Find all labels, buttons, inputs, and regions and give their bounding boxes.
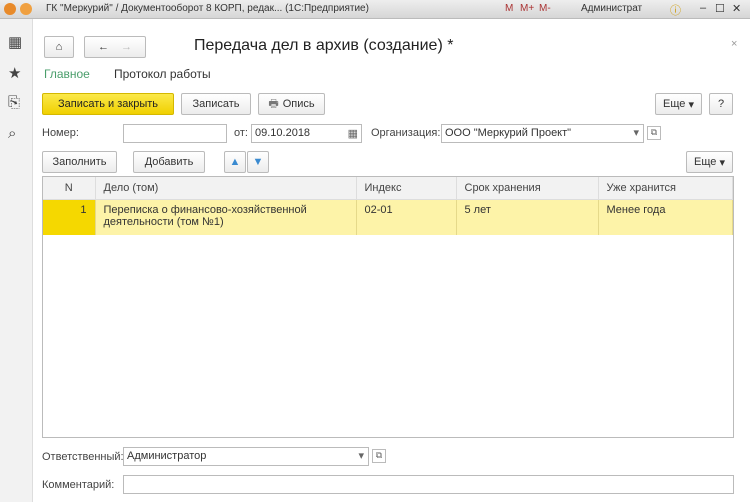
- cell-index[interactable]: 02-01: [356, 199, 457, 235]
- table-more-button[interactable]: Еще ▾: [686, 151, 733, 173]
- search-icon[interactable]: ⌕: [8, 125, 16, 142]
- column-file[interactable]: Дело (том): [95, 177, 357, 200]
- tab-main[interactable]: Главное: [44, 67, 90, 81]
- home-button[interactable]: ⌂: [44, 36, 74, 58]
- organization-select[interactable]: ООО "Меркурий Проект" ▾: [441, 124, 644, 143]
- responsible-select[interactable]: Администратор ▾: [123, 447, 369, 466]
- date-label: от:: [234, 127, 248, 139]
- window-titlebar: ГК "Меркурий" / Документооборот 8 КОРП, …: [0, 0, 750, 19]
- forward-arrow-icon[interactable]: →: [121, 41, 132, 53]
- memory-minus-button[interactable]: M-: [539, 3, 551, 14]
- column-index[interactable]: Индекс: [356, 177, 457, 200]
- save-button[interactable]: Записать: [181, 93, 251, 115]
- dropdown-icon[interactable]: ▾: [633, 126, 639, 139]
- open-responsible-icon[interactable]: ⧉: [372, 449, 386, 463]
- app-logo-icon: [4, 3, 16, 15]
- tab-work-log[interactable]: Протокол работы: [114, 67, 211, 81]
- comment-input[interactable]: [123, 475, 734, 494]
- number-label: Номер:: [42, 127, 79, 139]
- memory-plus-button[interactable]: M+: [520, 3, 534, 14]
- files-table: N Дело (том) Индекс Срок хранения Уже хр…: [42, 176, 734, 438]
- close-window-button[interactable]: ✕: [732, 2, 741, 15]
- calendar-icon[interactable]: ▦: [348, 127, 358, 140]
- memory-button[interactable]: M: [505, 3, 513, 14]
- responsible-value: Администратор: [127, 450, 207, 462]
- column-n[interactable]: N: [43, 177, 96, 200]
- printer-icon: 🖶: [268, 97, 279, 110]
- cell-file[interactable]: Переписка о финансово-хозяйственной деят…: [95, 199, 357, 235]
- date-input[interactable]: 09.10.2018 ▦: [251, 124, 362, 143]
- column-retention[interactable]: Срок хранения: [456, 177, 599, 200]
- help-button[interactable]: ?: [709, 93, 733, 115]
- apps-grid-icon[interactable]: ▦: [8, 33, 22, 51]
- organization-value: ООО "Меркурий Проект": [445, 127, 572, 139]
- dropdown-icon[interactable]: ▾: [358, 449, 364, 462]
- history-icon[interactable]: ⎘: [8, 94, 20, 111]
- more-label: Еще: [663, 98, 686, 110]
- save-and-close-button[interactable]: Записать и закрыть: [42, 93, 174, 115]
- date-value: 09.10.2018: [255, 127, 311, 139]
- back-arrow-icon[interactable]: ←: [98, 41, 109, 53]
- table-row[interactable]: 1 Переписка о финансово-хозяйственной де…: [43, 199, 733, 235]
- fill-button[interactable]: Заполнить: [42, 151, 117, 173]
- table-header: N Дело (том) Индекс Срок хранения Уже хр…: [43, 177, 733, 200]
- responsible-label: Ответственный:: [42, 451, 124, 463]
- favorites-star-icon[interactable]: ★: [8, 64, 21, 82]
- menu-icon[interactable]: [20, 3, 32, 15]
- arrow-down-icon: ▼: [252, 156, 264, 168]
- home-icon: ⌂: [55, 41, 63, 53]
- cell-retention[interactable]: 5 лет: [456, 199, 599, 235]
- add-button[interactable]: Добавить: [133, 151, 205, 173]
- table-more-label: Еще: [694, 156, 717, 168]
- form-title: Передача дел в архив (создание) *: [194, 37, 454, 54]
- close-form-icon[interactable]: ×: [731, 38, 737, 50]
- column-stored[interactable]: Уже хранится: [598, 177, 733, 200]
- move-down-button[interactable]: ▼: [247, 151, 269, 173]
- window-title: ГК "Меркурий" / Документооборот 8 КОРП, …: [46, 3, 369, 14]
- inventory-label: Опись: [282, 98, 315, 110]
- move-up-button[interactable]: ▲: [224, 151, 246, 173]
- cell-stored[interactable]: Менее года: [598, 199, 733, 235]
- nav-buttons: ← →: [84, 36, 146, 58]
- open-organization-icon[interactable]: ⧉: [647, 126, 661, 140]
- minimize-button[interactable]: –: [700, 2, 706, 14]
- number-input[interactable]: [123, 124, 227, 143]
- sidebar: ▦ ★ ⎘ ⌕: [0, 19, 33, 502]
- inventory-button[interactable]: 🖶 Опись: [258, 93, 325, 115]
- more-button[interactable]: Еще ▾: [655, 93, 702, 115]
- info-icon[interactable]: ⓘ: [670, 2, 681, 18]
- user-name[interactable]: Администрат: [581, 3, 642, 14]
- maximize-button[interactable]: ☐: [715, 2, 725, 15]
- comment-label: Комментарий:: [42, 479, 115, 491]
- arrow-up-icon: ▲: [229, 156, 241, 168]
- cell-n[interactable]: 1: [43, 199, 96, 235]
- organization-label: Организация:: [371, 127, 441, 139]
